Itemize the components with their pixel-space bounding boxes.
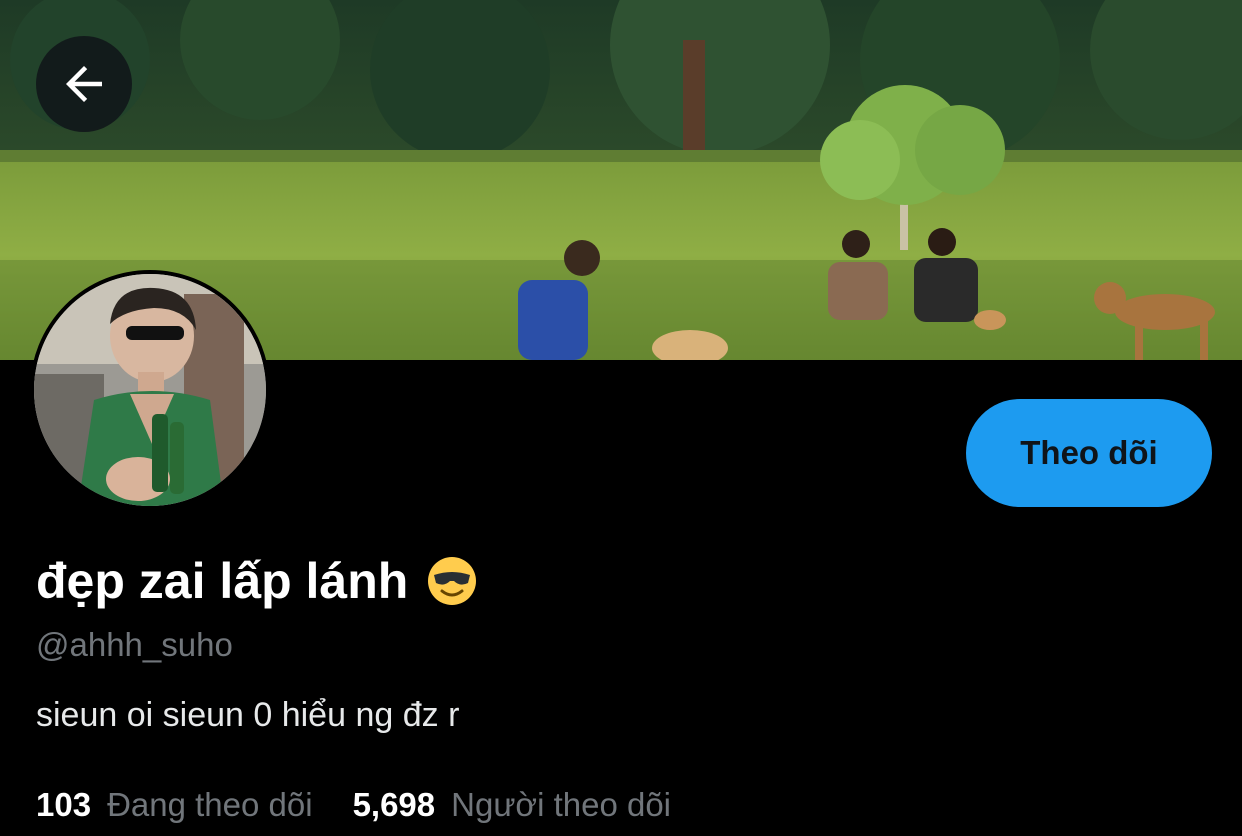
followers-count: 5,698 xyxy=(352,786,436,823)
follow-stats: 103 Đang theo dõi 5,698 Người theo dõi xyxy=(36,786,711,824)
sunglasses-emoji-icon xyxy=(426,555,478,607)
display-name: đẹp zai lấp lánh xyxy=(36,552,478,610)
follow-button[interactable]: Theo dõi xyxy=(966,399,1212,507)
profile-bio: sieun oi sieun 0 hiểu ng đz r xyxy=(36,696,460,734)
avatar-photo xyxy=(34,274,266,506)
following-link[interactable]: 103 Đang theo dõi xyxy=(36,786,313,824)
followers-label: Người theo dõi xyxy=(451,786,672,823)
following-count: 103 xyxy=(36,786,92,823)
display-name-text: đẹp zai lấp lánh xyxy=(36,553,409,609)
user-handle: @ahhh_suho xyxy=(36,626,233,663)
arrow-left-icon xyxy=(66,66,102,102)
avatar[interactable] xyxy=(30,270,270,510)
back-button[interactable] xyxy=(36,36,132,132)
following-label: Đang theo dõi xyxy=(107,786,313,823)
followers-link[interactable]: 5,698 Người theo dõi xyxy=(353,786,671,824)
